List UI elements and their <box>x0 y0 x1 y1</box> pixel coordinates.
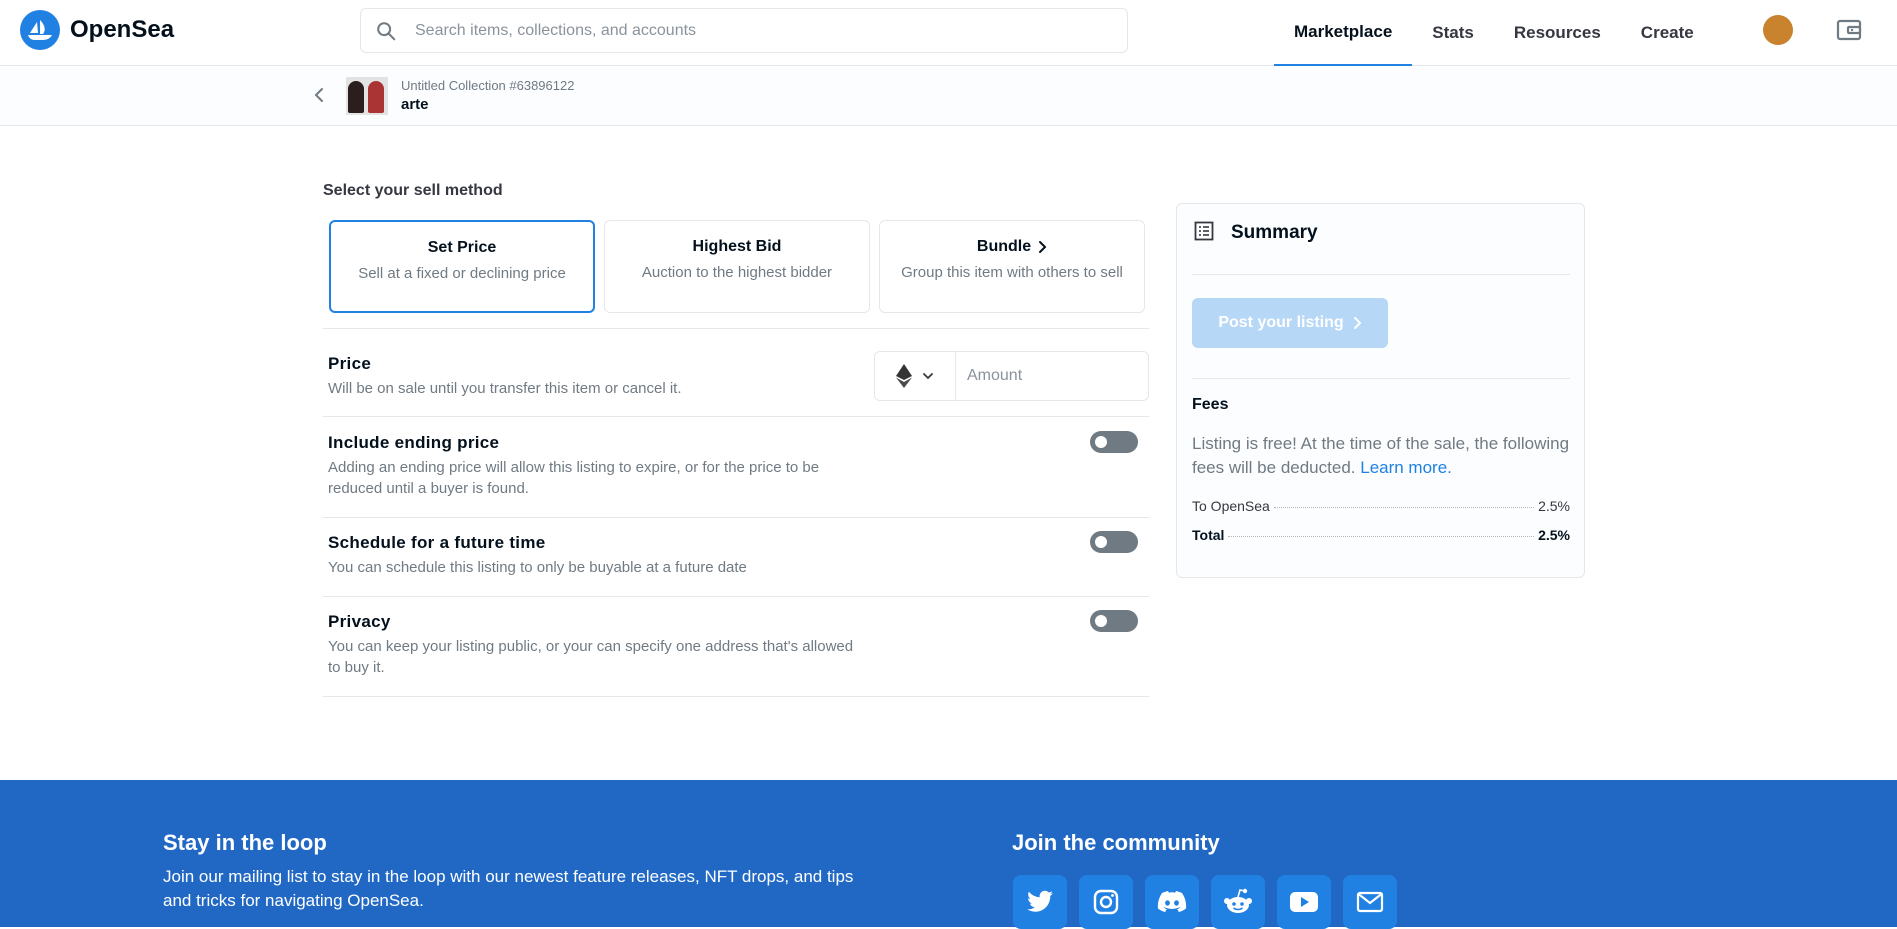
post-listing-button[interactable]: Post your listing <box>1192 298 1388 348</box>
divider <box>1192 378 1570 379</box>
opensea-logo[interactable]: OpenSea <box>20 10 174 50</box>
email-button[interactable] <box>1343 875 1397 929</box>
fee-label: To OpenSea <box>1192 498 1270 514</box>
schedule-toggle[interactable] <box>1090 531 1138 553</box>
fee-row-opensea: To OpenSea 2.5% <box>1192 498 1570 514</box>
chevron-left-icon[interactable] <box>312 86 326 104</box>
method-set-price[interactable]: Set Price Sell at a fixed or declining p… <box>329 220 595 313</box>
toggle-knob <box>1095 615 1107 627</box>
sell-method-heading: Select your sell method <box>323 182 503 199</box>
privacy-title: Privacy <box>328 612 391 631</box>
youtube-button[interactable] <box>1277 875 1331 929</box>
twitter-icon <box>1027 890 1053 912</box>
divider <box>323 328 1149 329</box>
chevron-down-icon <box>923 373 933 380</box>
fee-value: 2.5% <box>1538 498 1570 514</box>
divider <box>323 596 1149 597</box>
search-input[interactable] <box>415 21 1095 40</box>
toggle-knob <box>1095 436 1107 448</box>
method-description: Auction to the highest bidder <box>641 264 833 281</box>
fee-row-total: Total 2.5% <box>1192 527 1570 543</box>
toggle-knob <box>1095 536 1107 548</box>
opensea-boat-icon <box>20 10 60 50</box>
community-title: Join the community <box>1012 830 1220 855</box>
summary-panel: Summary Post your listing Fees Listing i… <box>1176 203 1585 578</box>
youtube-icon <box>1290 892 1318 912</box>
item-thumbnail[interactable] <box>346 77 388 115</box>
currency-selector[interactable] <box>874 351 956 401</box>
newsletter-title: Stay in the loop <box>163 830 327 855</box>
privacy-toggle[interactable] <box>1090 610 1138 632</box>
divider <box>323 517 1149 518</box>
item-name: arte <box>401 96 429 113</box>
summary-title: Summary <box>1231 222 1318 243</box>
privacy-description: You can keep your listing public, or you… <box>328 638 854 676</box>
search-icon <box>377 21 396 40</box>
nav-create[interactable]: Create <box>1621 0 1714 66</box>
nav-marketplace[interactable]: Marketplace <box>1274 0 1413 66</box>
reddit-icon <box>1224 888 1252 913</box>
twitter-button[interactable] <box>1013 875 1067 929</box>
mail-icon <box>1356 891 1384 913</box>
collection-name[interactable]: Untitled Collection #63896122 <box>401 78 574 93</box>
user-avatar[interactable] <box>1763 15 1793 45</box>
method-title: Set Price <box>427 239 497 256</box>
main-nav: Marketplace Stats Resources Create <box>1274 0 1714 66</box>
method-bundle[interactable]: Bundle Group this item with others to se… <box>879 220 1145 313</box>
fees-title: Fees <box>1192 396 1229 413</box>
chevron-right-icon <box>1039 240 1047 253</box>
divider <box>1192 274 1570 275</box>
top-navigation-bar: OpenSea Marketplace Stats Resources Crea… <box>0 0 1897 66</box>
method-title: Bundle <box>976 238 1032 255</box>
amount-input[interactable] <box>967 367 1137 385</box>
newsletter-text: Join our mailing list to stay in the loo… <box>163 867 854 910</box>
discord-icon <box>1157 891 1187 912</box>
method-title-row: Bundle <box>880 238 1144 256</box>
schedule-title: Schedule for a future time <box>328 533 546 552</box>
nav-stats[interactable]: Stats <box>1412 0 1494 66</box>
method-highest-bid[interactable]: Highest Bid Auction to the highest bidde… <box>604 220 870 313</box>
ending-price-toggle[interactable] <box>1090 431 1138 453</box>
fees-description: Listing is free! At the time of the sale… <box>1192 432 1570 480</box>
method-title: Highest Bid <box>692 238 782 255</box>
price-description: Will be on sale until you transfer this … <box>328 380 682 397</box>
method-description: Sell at a fixed or declining price <box>358 265 566 282</box>
amount-field[interactable] <box>955 351 1149 401</box>
ending-price-description: Adding an ending price will allow this l… <box>328 459 820 497</box>
divider <box>323 416 1149 417</box>
reddit-button[interactable] <box>1211 875 1265 929</box>
learn-more-link[interactable]: Learn more. <box>1360 458 1452 477</box>
list-icon <box>1194 221 1214 241</box>
ending-price-title: Include ending price <box>328 433 500 452</box>
price-title: Price <box>328 354 372 373</box>
instagram-button[interactable] <box>1079 875 1133 929</box>
footer: Stay in the loop Join our mailing list t… <box>0 780 1897 929</box>
brand-name: OpenSea <box>70 16 175 43</box>
fee-label: Total <box>1192 527 1225 543</box>
schedule-description: You can schedule this listing to only be… <box>328 559 747 576</box>
nav-resources[interactable]: Resources <box>1494 0 1621 66</box>
search-bar[interactable] <box>360 8 1128 53</box>
fee-value: 2.5% <box>1538 527 1570 543</box>
divider <box>323 696 1149 697</box>
ethereum-icon <box>896 364 912 388</box>
wallet-icon[interactable] <box>1836 17 1862 43</box>
method-description: Group this item with others to sell <box>901 264 1123 281</box>
post-listing-label: Post your listing <box>1218 314 1344 331</box>
discord-button[interactable] <box>1145 875 1199 929</box>
instagram-icon <box>1093 889 1119 915</box>
chevron-right-icon <box>1353 317 1362 329</box>
item-breadcrumb-bar: Untitled Collection #63896122 arte <box>0 66 1897 126</box>
